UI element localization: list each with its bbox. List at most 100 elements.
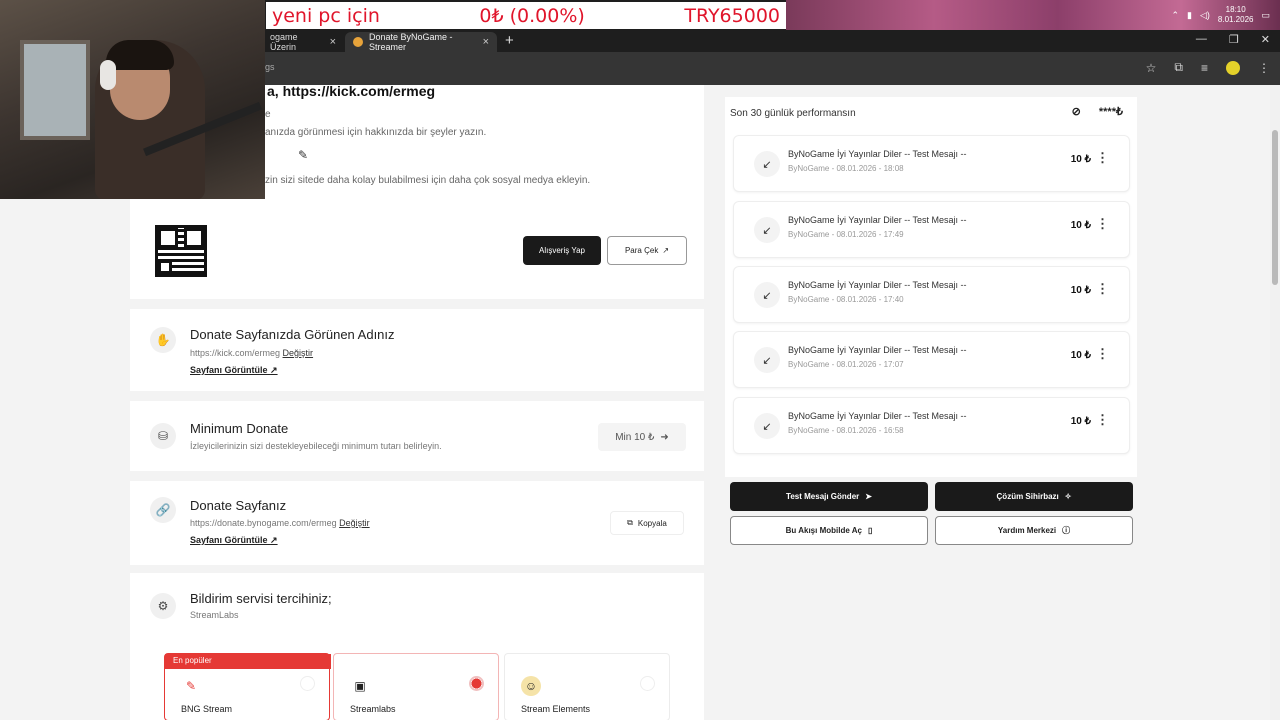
restore-icon[interactable]: ❐ xyxy=(1229,33,1239,46)
chevron-up-icon[interactable]: ⌃ xyxy=(1171,10,1179,21)
coins-icon: ⛁ xyxy=(150,423,176,449)
transaction-meta: ByNoGame - 08.01.2026 - 17:40 xyxy=(788,295,904,304)
profile-name-link[interactable]: https://kick.com/ermeg xyxy=(283,83,436,99)
arrow-down-left-icon: ↙ xyxy=(754,217,780,243)
provider-name: Stream Elements xyxy=(521,704,591,714)
clock-date: 8.01.2026 xyxy=(1217,15,1254,24)
media-icon[interactable]: ≡ xyxy=(1201,61,1208,75)
clock[interactable]: 18:10 8.01.2026 xyxy=(1218,5,1254,25)
provider-stream-elements[interactable]: ☺ Stream Elements xyxy=(504,653,670,720)
favicon-icon xyxy=(353,37,363,47)
button-label: Test Mesajı Gönder xyxy=(786,492,860,501)
arrow-right-icon: ➜ xyxy=(660,431,669,443)
arrow-down-left-icon: ↙ xyxy=(754,151,780,177)
bookmark-star-icon[interactable]: ☆ xyxy=(1146,61,1157,75)
close-tab-icon[interactable]: × xyxy=(483,36,489,48)
transaction-item[interactable]: ↙ ByNoGame İyi Yayınlar Diler -- Test Me… xyxy=(733,266,1130,323)
provider-radio[interactable] xyxy=(300,676,315,691)
minimize-icon[interactable]: — xyxy=(1196,33,1207,46)
tab-label: Donate ByNoGame - Streamer xyxy=(369,32,453,52)
view-page-label: Sayfanı Görüntüle xyxy=(190,535,268,545)
display-name-setting: ✋ Donate Sayfanızda Görünen Adınız https… xyxy=(130,309,704,391)
transaction-amount: 10 ₺ xyxy=(1070,154,1091,165)
help-icon: ⓘ xyxy=(1062,526,1071,535)
pencil-icon[interactable]: ✎ xyxy=(298,148,308,162)
clock-time: 18:10 xyxy=(1225,5,1246,14)
eye-off-icon[interactable]: ⊘ xyxy=(1072,105,1081,118)
transaction-item[interactable]: ↙ ByNoGame İyi Yayınlar Diler -- Test Me… xyxy=(733,331,1130,388)
transaction-meta: ByNoGame - 08.01.2026 - 17:49 xyxy=(788,230,904,239)
webcam-headset xyxy=(100,60,116,90)
system-tray: ⌃ ▮ ◁) 18:10 8.01.2026 ▭ xyxy=(1140,0,1280,30)
transaction-meta: ByNoGame - 08.01.2026 - 17:07 xyxy=(788,360,904,369)
more-options-icon[interactable]: ⋮ xyxy=(1096,412,1109,428)
window-controls: — ❐ ✕ xyxy=(1196,33,1270,46)
ticker-progress: 0₺ (0.00%) xyxy=(479,4,585,27)
transaction-message: ByNoGame İyi Yayınlar Diler -- Test Mesa… xyxy=(788,345,967,355)
provider-radio-selected[interactable] xyxy=(469,676,484,691)
view-page-link[interactable]: Sayfanı Görüntüle ↗ xyxy=(190,535,278,546)
more-options-icon[interactable]: ⋮ xyxy=(1096,281,1109,297)
open-on-mobile-button[interactable]: Bu Akışı Mobilde Aç ▯ xyxy=(730,516,928,545)
close-window-icon[interactable]: ✕ xyxy=(1261,33,1270,46)
extensions-icon[interactable]: ⧉ xyxy=(1174,60,1183,75)
transaction-item[interactable]: ↙ ByNoGame İyi Yayınlar Diler -- Test Me… xyxy=(733,397,1130,454)
provider-name: Streamlabs xyxy=(350,704,396,714)
provider-name: BNG Stream xyxy=(181,704,233,714)
performance-title: Son 30 günlük performansın xyxy=(730,108,856,119)
transaction-meta: ByNoGame - 08.01.2026 - 16:58 xyxy=(788,426,904,435)
tab-donate-streamer[interactable]: Donate ByNoGame - Streamer × xyxy=(345,32,497,52)
transaction-item[interactable]: ↙ ByNoGame İyi Yayınlar Diler -- Test Me… xyxy=(733,201,1130,258)
transaction-amount: 10 ₺ xyxy=(1070,285,1091,296)
webcam-overlay xyxy=(0,0,265,199)
webcam-window xyxy=(20,40,90,140)
menu-dots-icon[interactable]: ⋮ xyxy=(1258,61,1270,75)
performance-tools: ⊘ ****₺ xyxy=(1072,105,1123,118)
url-text[interactable]: gs xyxy=(265,62,275,72)
shop-button[interactable]: Alışveriş Yap xyxy=(523,236,601,265)
change-link[interactable]: Değiştir xyxy=(339,518,370,528)
new-tab-icon[interactable]: + xyxy=(505,32,514,49)
withdraw-button[interactable]: Para Çek ↗ xyxy=(607,236,687,265)
minimum-amount-button[interactable]: Min 10 ₺ ➜ xyxy=(598,423,686,451)
transaction-amount: 10 ₺ xyxy=(1070,350,1091,361)
profile-avatar-icon[interactable] xyxy=(1226,60,1240,75)
button-label: Çözüm Sihirbazı xyxy=(996,492,1059,501)
notification-icon[interactable]: ▭ xyxy=(1261,10,1270,21)
send-test-message-button[interactable]: Test Mesajı Gönder ➤ xyxy=(730,482,928,511)
view-page-link[interactable]: Sayfanı Görüntüle ↗ xyxy=(190,365,278,376)
volume-icon[interactable]: ◁) xyxy=(1200,10,1210,21)
provider-streamlabs[interactable]: ▣ Streamlabs xyxy=(333,653,499,720)
profile-line1: e xyxy=(265,109,271,120)
donate-page-url: https://donate.bynogame.com/ermeg xyxy=(190,518,337,528)
more-options-icon[interactable]: ⋮ xyxy=(1096,216,1109,232)
provider-radio[interactable] xyxy=(640,676,655,691)
setting-title: Donate Sayfanızda Görünen Adınız xyxy=(190,327,395,342)
transaction-meta: ByNoGame - 08.01.2026 - 18:08 xyxy=(788,164,904,173)
change-link[interactable]: Değiştir xyxy=(283,348,314,358)
setting-title: Minimum Donate xyxy=(190,421,289,436)
setting-desc: İzleyicilerinizin sizi destekleyebileceğ… xyxy=(190,441,442,451)
ticker-goal-amount: TRY65000 xyxy=(684,4,780,27)
provider-bng-stream[interactable]: En popüler ✎ BNG Stream xyxy=(164,653,331,720)
external-link-icon: ↗ xyxy=(662,246,670,255)
copy-button[interactable]: ⧉ Kopyala xyxy=(610,511,684,535)
minimum-donate-setting: ⛁ Minimum Donate İzleyicilerinizin sizi … xyxy=(130,401,704,471)
help-center-button[interactable]: Yardım Merkezi ⓘ xyxy=(935,516,1133,545)
more-options-icon[interactable]: ⋮ xyxy=(1096,346,1109,362)
gear-icon: ⚙ xyxy=(150,593,176,619)
scrollbar-thumb[interactable] xyxy=(1272,130,1278,285)
withdraw-label: Para Çek xyxy=(624,246,659,255)
view-page-label: Sayfanı Görüntüle xyxy=(190,365,268,375)
network-icon[interactable]: ▮ xyxy=(1187,10,1192,21)
solution-wizard-button[interactable]: Çözüm Sihirbazı ✧ xyxy=(935,482,1133,511)
page-scrollbar[interactable] xyxy=(1270,85,1280,720)
arrow-down-left-icon: ↙ xyxy=(754,347,780,373)
tab-bynogame[interactable]: ogame Üzerin × xyxy=(262,32,344,52)
transaction-item[interactable]: ↙ ByNoGame İyi Yayınlar Diler -- Test Me… xyxy=(733,135,1130,192)
more-options-icon[interactable]: ⋮ xyxy=(1096,150,1109,166)
close-tab-icon[interactable]: × xyxy=(330,36,336,48)
external-link-icon: ↗ xyxy=(270,535,278,545)
transaction-amount: 10 ₺ xyxy=(1070,220,1091,231)
qr-code xyxy=(155,225,207,277)
